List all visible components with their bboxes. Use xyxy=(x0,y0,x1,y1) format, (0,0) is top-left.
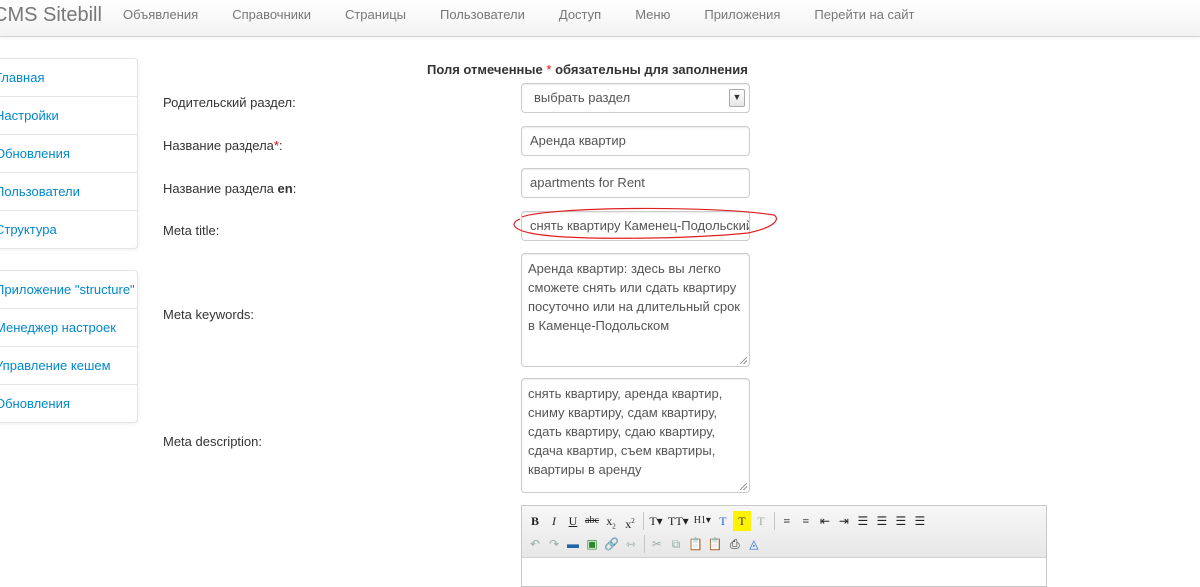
nav-item-pages[interactable]: Страницы xyxy=(328,0,423,36)
image-icon[interactable]: ▣ xyxy=(583,534,601,554)
parent-section-select[interactable]: выбрать раздел ▼ xyxy=(521,83,750,113)
meta-keywords-value: Аренда квартир: здесь вы легко сможете с… xyxy=(528,261,740,333)
meta-keywords-textarea[interactable]: Аренда квартир: здесь вы легко сможете с… xyxy=(521,253,750,367)
clear-format-icon[interactable]: T xyxy=(752,511,770,531)
toolbar-divider xyxy=(643,534,645,553)
horizontal-rule-icon[interactable]: ▬ xyxy=(564,534,582,554)
strikethrough-icon[interactable]: abc xyxy=(583,511,601,531)
section-name-label-colon: : xyxy=(278,138,283,153)
toolbar-row-2: ↶ ↷ ▬ ▣ 🔗 ⇿ ✂ ⧉ 📋 📋 ⎙ ◬ xyxy=(526,532,1042,555)
nav-item-users[interactable]: Пользователи xyxy=(423,0,542,36)
align-right-icon[interactable]: ☰ xyxy=(892,511,910,531)
nav-item-access[interactable]: Доступ xyxy=(542,0,618,36)
text-color-icon[interactable]: T xyxy=(714,511,732,531)
sidebar-item-updates-2[interactable]: Обновления xyxy=(0,384,137,422)
sidebar-item-structure[interactable]: Структура xyxy=(0,210,137,248)
section-name-label-text: Название раздела xyxy=(163,138,274,153)
editor-toolbar: B I U abc x2 x2 T▾ TT▾ H1▾ T T T ≡ ≡ ⇤ ⇥… xyxy=(522,506,1046,558)
rich-text-editor: B I U abc x2 x2 T▾ TT▾ H1▾ T T T ≡ ≡ ⇤ ⇥… xyxy=(521,505,1047,587)
nav-item-apps[interactable]: Приложения xyxy=(687,0,797,36)
subscript-icon[interactable]: x2 xyxy=(602,511,620,531)
sidebar-tools-menu: Приложение "structure" Менеджер настроек… xyxy=(0,270,138,423)
italic-icon[interactable]: I xyxy=(545,511,563,531)
nav-item-go-to-site[interactable]: Перейти на сайт xyxy=(797,0,931,36)
toolbar-divider xyxy=(643,511,644,530)
top-navbar: CMS Sitebill Объявления Справочники Стра… xyxy=(0,0,1200,37)
section-name-en-label: Название раздела en: xyxy=(163,181,296,196)
section-name-label: Название раздела*: xyxy=(163,138,283,153)
align-center-icon[interactable]: ☰ xyxy=(873,511,891,531)
section-name-input[interactable]: Аренда квартир xyxy=(521,126,750,156)
meta-keywords-label: Meta keywords: xyxy=(163,307,255,322)
font-family-icon[interactable]: T▾ xyxy=(647,511,665,531)
redo-icon[interactable]: ↷ xyxy=(545,534,563,554)
heading-icon[interactable]: H1▾ xyxy=(692,511,713,531)
align-justify-icon[interactable]: ☰ xyxy=(911,511,929,531)
section-name-en-input[interactable]: apartments for Rent xyxy=(521,168,750,198)
superscript-icon[interactable]: x2 xyxy=(621,511,639,531)
highlight-icon[interactable]: T xyxy=(732,510,751,531)
nav-item-directories[interactable]: Справочники xyxy=(215,0,328,36)
font-size-icon[interactable]: TT▾ xyxy=(666,511,691,531)
red-annotation-circle xyxy=(513,207,777,239)
parent-section-label: Родительский раздел: xyxy=(163,95,296,110)
brand-logo[interactable]: CMS Sitebill xyxy=(0,4,102,27)
underline-icon[interactable]: U xyxy=(564,511,582,531)
sidebar-main-menu: Главная Настройки Обновления Пользовател… xyxy=(0,58,138,249)
section-name-en-label-text: Название раздела xyxy=(163,181,274,196)
bold-icon[interactable]: B xyxy=(526,511,544,531)
print-icon[interactable]: ⎙ xyxy=(726,534,744,554)
copy-icon[interactable]: ⧉ xyxy=(667,534,685,554)
outdent-icon[interactable]: ⇤ xyxy=(816,511,834,531)
chevron-down-icon[interactable]: ▼ xyxy=(729,89,745,107)
link-icon[interactable]: 🔗 xyxy=(602,534,621,554)
nav-item-ads[interactable]: Объявления xyxy=(106,0,215,36)
resize-handle-icon[interactable] xyxy=(740,483,747,490)
sidebar-item-users[interactable]: Пользователи xyxy=(0,172,137,210)
section-name-en-label-colon: : xyxy=(292,181,297,196)
sidebar-item-structure-app[interactable]: Приложение "structure" xyxy=(0,271,137,308)
undo-icon[interactable]: ↶ xyxy=(526,534,544,554)
meta-title-label: Meta title: xyxy=(163,223,220,238)
paste-icon[interactable]: 📋 xyxy=(686,534,705,554)
sidebar-item-settings-manager[interactable]: Менеджер настроек xyxy=(0,308,137,346)
sidebar-item-settings[interactable]: Настройки xyxy=(0,96,137,134)
bullet-list-icon[interactable]: ≡ xyxy=(778,511,796,531)
resize-handle-icon[interactable] xyxy=(740,357,747,364)
source-code-icon[interactable]: ◬ xyxy=(745,534,763,554)
indent-icon[interactable]: ⇥ xyxy=(835,511,853,531)
toolbar-divider xyxy=(773,511,775,530)
required-star: * xyxy=(546,62,552,77)
numbered-list-icon[interactable]: ≡ xyxy=(797,511,815,531)
sidebar-item-home[interactable]: Главная xyxy=(0,59,137,96)
main-nav: Объявления Справочники Страницы Пользова… xyxy=(106,0,932,36)
cut-icon[interactable]: ✂ xyxy=(648,534,666,554)
parent-section-value: выбрать раздел xyxy=(534,90,631,105)
sidebar-item-updates[interactable]: Обновления xyxy=(0,134,137,172)
unlink-icon[interactable]: ⇿ xyxy=(622,534,640,554)
form-title-part1: Поля отмеченные xyxy=(427,62,543,77)
meta-description-textarea[interactable]: снять квартиру, аренда квартир, сниму кв… xyxy=(521,378,750,493)
align-left-icon[interactable]: ☰ xyxy=(854,511,872,531)
nav-item-menu[interactable]: Меню xyxy=(618,0,687,36)
form-title: Поля отмеченные * обязательны для заполн… xyxy=(427,62,748,77)
sidebar-item-cache-management[interactable]: Управление кешем xyxy=(0,346,137,384)
meta-description-value: снять квартиру, аренда квартир, сниму кв… xyxy=(528,386,723,477)
section-name-en-lang: en xyxy=(277,181,293,196)
toolbar-row-1: B I U abc x2 x2 T▾ TT▾ H1▾ T T T ≡ ≡ ⇤ ⇥… xyxy=(526,509,1042,532)
paste-word-icon[interactable]: 📋 xyxy=(706,534,725,554)
form-title-part2: обязательны для заполнения xyxy=(555,62,748,77)
meta-description-label: Meta description: xyxy=(163,434,262,449)
